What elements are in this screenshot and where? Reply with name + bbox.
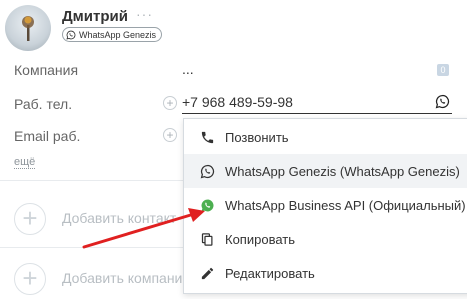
menu-item-label: WhatsApp Genezis (WhatsApp Genezis) (225, 163, 460, 179)
contact-name[interactable]: Дмитрий (62, 8, 128, 25)
whatsapp-icon[interactable] (435, 94, 450, 109)
menu-item-whatsapp-business-api[interactable]: WhatsApp Business API (Официальный) (184, 188, 467, 222)
menu-item-copy[interactable]: Копировать (184, 222, 467, 256)
work-email-label: Email раб. (14, 128, 81, 144)
copy-icon (199, 231, 215, 247)
menu-item-whatsapp-genezis[interactable]: WhatsApp Genezis (WhatsApp Genezis) (184, 154, 467, 188)
menu-item-label: Редактировать (225, 265, 315, 281)
whatsapp-icon (66, 30, 76, 40)
whatsapp-badge-label: WhatsApp Genezis (79, 29, 157, 40)
avatar[interactable] (5, 5, 51, 51)
company-label: Компания (14, 62, 79, 78)
pencil-icon (199, 265, 215, 281)
menu-item-label: Копировать (225, 231, 295, 247)
phone-actions-menu: Позвонить WhatsApp Genezis (WhatsApp Gen… (183, 118, 467, 294)
whatsapp-green-icon (199, 197, 215, 213)
menu-item-label: Позвонить (225, 129, 289, 145)
more-fields-link[interactable]: ещё (14, 156, 36, 169)
add-contact-label[interactable]: Добавить контакт (62, 210, 176, 226)
add-phone-plus-icon[interactable]: + (163, 96, 177, 110)
work-phone-field[interactable]: +7 968 489-59-98 (182, 92, 452, 114)
menu-item-call[interactable]: Позвонить (184, 120, 467, 154)
phone-icon (199, 129, 215, 145)
company-value[interactable]: ... (182, 61, 194, 77)
add-company-label[interactable]: Добавить компанию (62, 270, 193, 286)
menu-item-label: WhatsApp Business API (Официальный) (225, 197, 466, 213)
add-contact-plus-icon[interactable]: + (14, 203, 46, 235)
menu-item-edit[interactable]: Редактировать (184, 256, 467, 290)
whatsapp-badge[interactable]: WhatsApp Genezis (62, 27, 163, 42)
whatsapp-outline-icon (199, 163, 215, 179)
add-company-plus-icon[interactable]: + (14, 263, 46, 295)
more-options-icon[interactable]: ··· (136, 6, 153, 22)
avatar-image (22, 16, 34, 41)
company-count-badge: 0 (437, 64, 449, 76)
work-phone-value[interactable]: +7 968 489-59-98 (182, 94, 293, 110)
add-email-plus-icon[interactable]: + (163, 128, 177, 142)
work-phone-label: Раб. тел. (14, 96, 73, 112)
